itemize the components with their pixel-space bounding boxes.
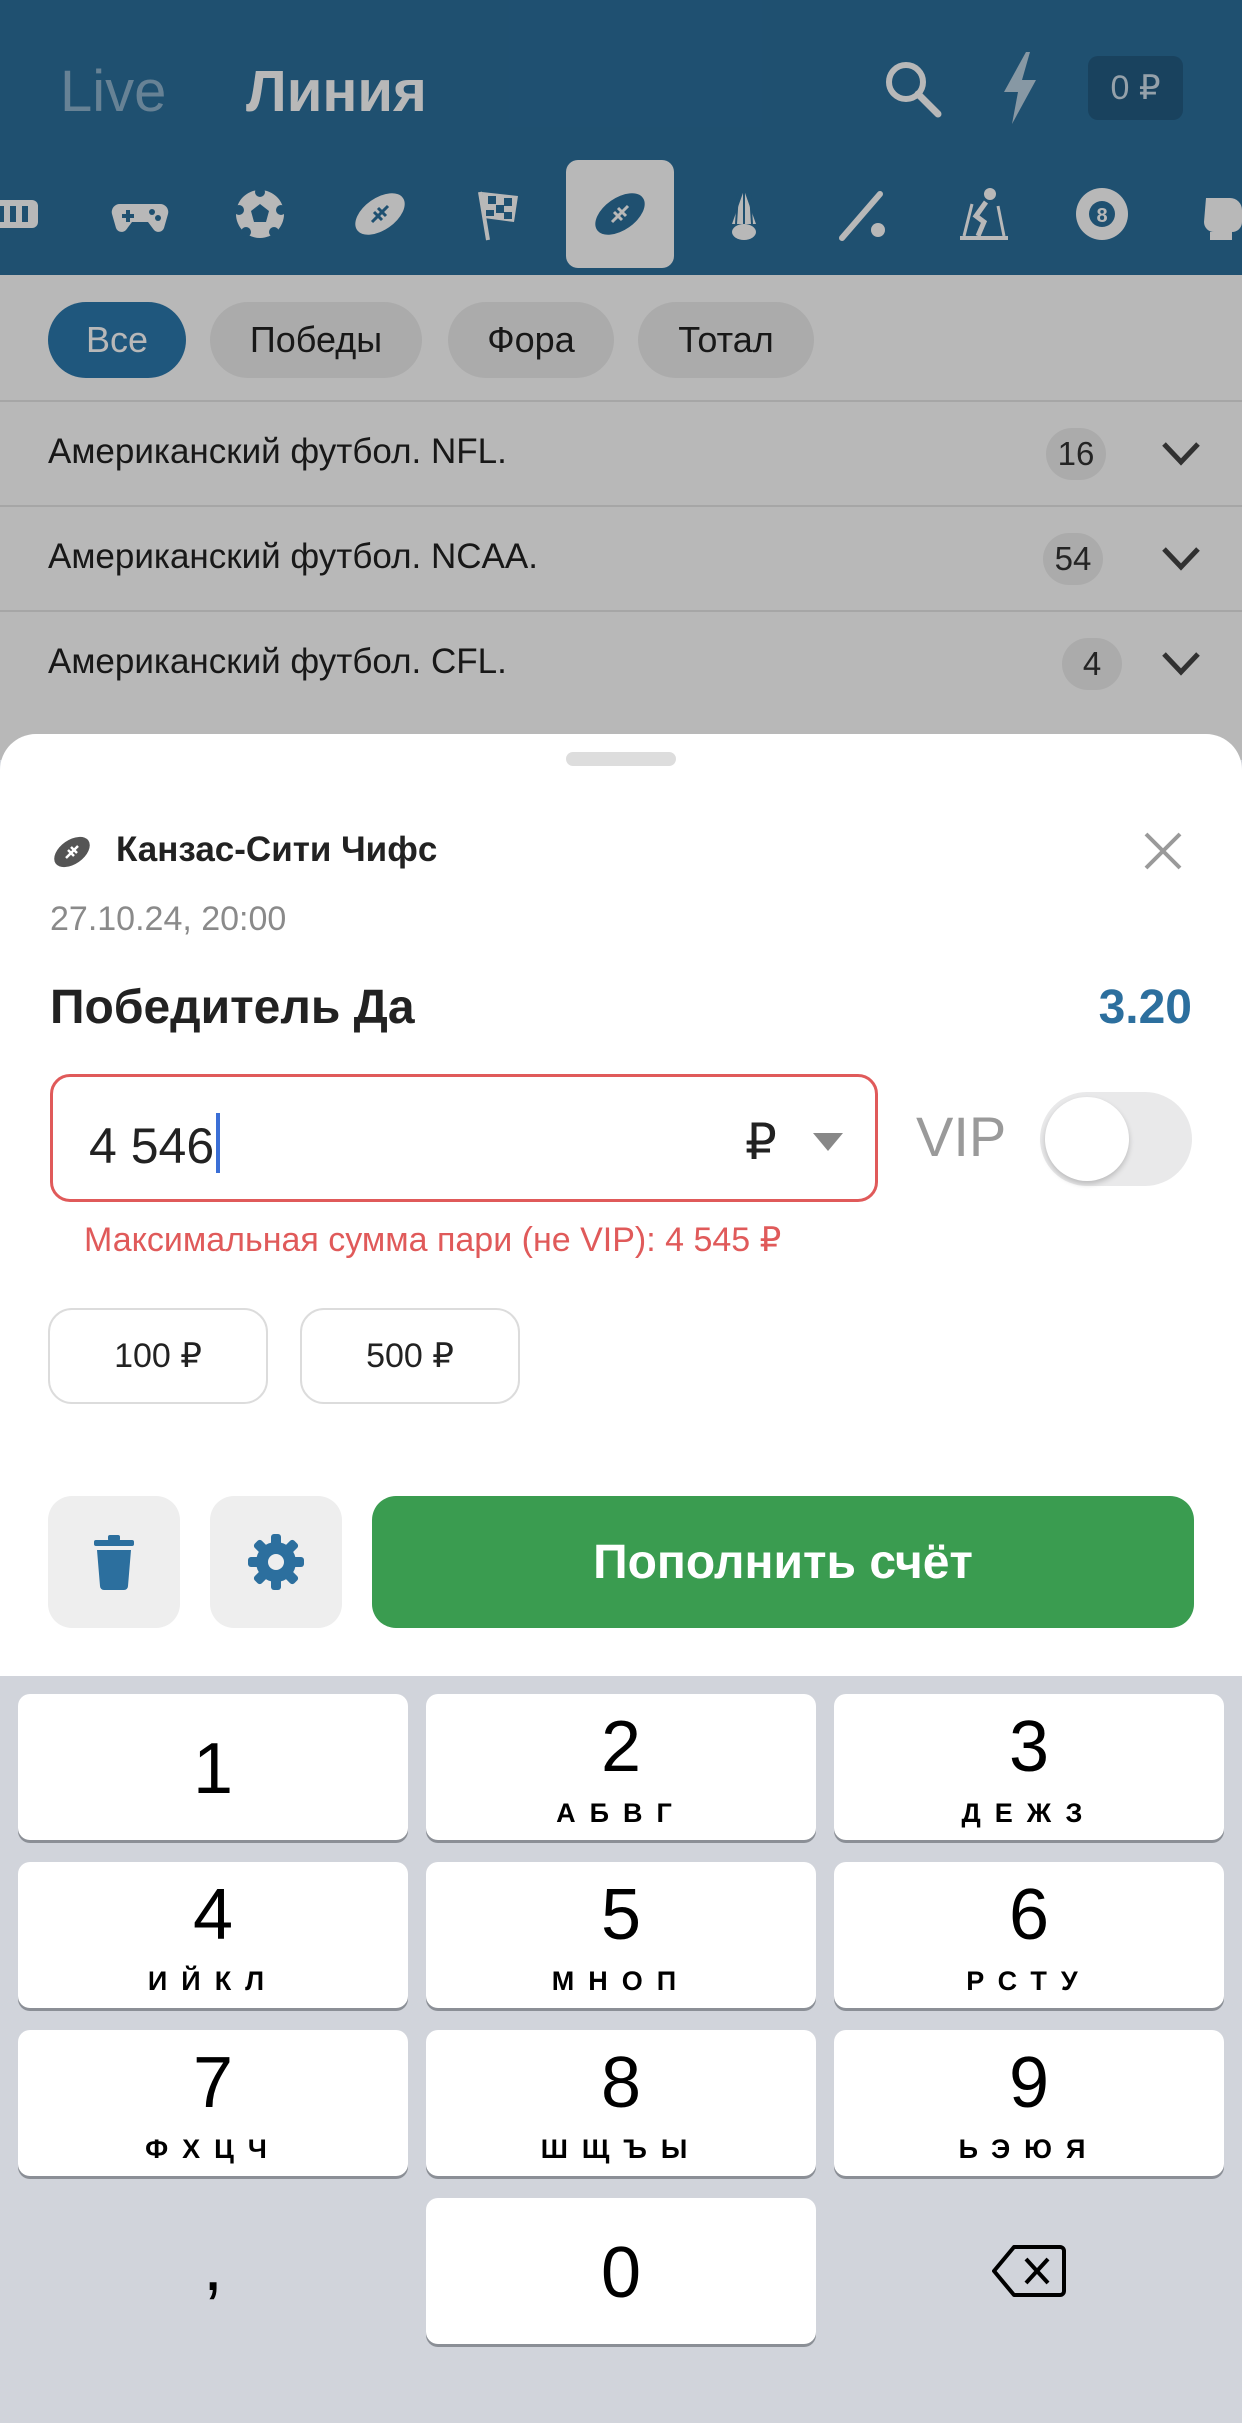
- key-letters: РСТУ: [966, 1966, 1092, 1996]
- currency-select[interactable]: ₽: [745, 1113, 777, 1171]
- key-letters: ЬЭЮЯ: [958, 2134, 1100, 2164]
- odds-value: 3.20: [1098, 981, 1192, 1034]
- key-letters: МНОП: [551, 1966, 691, 1996]
- key-1[interactable]: 1: [18, 1694, 408, 1840]
- key-6[interactable]: 6 РСТУ: [834, 1862, 1224, 2008]
- key-2[interactable]: 2 АБВГ: [426, 1694, 816, 1840]
- outcome-label: Победитель Да: [50, 981, 415, 1034]
- key-comma-label: ,: [202, 2226, 223, 2306]
- key-9[interactable]: 9 ЬЭЮЯ: [834, 2030, 1224, 2176]
- sheet-grabber[interactable]: [566, 752, 676, 766]
- close-icon[interactable]: [1140, 828, 1186, 874]
- backspace-icon: [992, 2245, 1066, 2297]
- key-digit: 8: [600, 2043, 642, 2123]
- bet-slip-sheet: Канзас-Сити Чифс 27.10.24, 20:00 Победит…: [0, 734, 1242, 1734]
- toggle-knob: [1045, 1097, 1129, 1181]
- event-title: Канзас-Сити Чифс: [116, 830, 438, 869]
- key-digit: 1: [192, 1729, 234, 1809]
- key-7[interactable]: 7 ФХЦЧ: [18, 2030, 408, 2176]
- key-digit: 6: [1008, 1875, 1050, 1955]
- stake-input-value[interactable]: 4 546: [89, 1113, 221, 1175]
- key-digit: 4: [192, 1875, 234, 1955]
- stake-input[interactable]: 4 546 ₽: [50, 1074, 878, 1202]
- key-3[interactable]: 3 ДЕЖЗ: [834, 1694, 1224, 1840]
- american-football-icon: [54, 836, 90, 868]
- numeric-keyboard: 1 2 АБВГ 3 ДЕЖЗ 4 ИЙКЛ 5 МНОП 6 РСТУ 7 Ф…: [0, 1676, 1242, 2423]
- key-digit: 0: [600, 2233, 642, 2313]
- quick-amount-button[interactable]: 100 ₽: [48, 1308, 268, 1404]
- key-digit: 3: [1008, 1707, 1050, 1787]
- key-8[interactable]: 8 ШЩЪЫ: [426, 2030, 816, 2176]
- trash-icon: [94, 1535, 134, 1590]
- delete-button[interactable]: [48, 1496, 180, 1628]
- quick-amount-button[interactable]: 500 ₽: [300, 1308, 520, 1404]
- key-digit: 2: [600, 1707, 642, 1787]
- key-letters: АБВГ: [556, 1798, 686, 1828]
- key-letters: ИЙКЛ: [147, 1966, 279, 1996]
- gear-icon: [248, 1534, 304, 1590]
- dropdown-arrow-icon[interactable]: [813, 1133, 843, 1151]
- key-4[interactable]: 4 ИЙКЛ: [18, 1862, 408, 2008]
- vip-label: VIP: [916, 1105, 1007, 1168]
- key-digit: 5: [600, 1875, 642, 1955]
- error-message: Максимальная сумма пари (не VIP): 4 545 …: [84, 1221, 782, 1259]
- key-0[interactable]: 0: [426, 2198, 816, 2344]
- deposit-button[interactable]: Пополнить счёт: [372, 1496, 1194, 1628]
- key-5[interactable]: 5 МНОП: [426, 1862, 816, 2008]
- text-caret: [216, 1113, 221, 1173]
- vip-toggle[interactable]: [1040, 1092, 1192, 1186]
- key-backspace[interactable]: [834, 2198, 1224, 2344]
- key-comma[interactable]: ,: [18, 2198, 408, 2344]
- key-letters: ШЩЪЫ: [540, 2134, 702, 2164]
- key-digit: 9: [1008, 2043, 1050, 2123]
- key-letters: ФХЦЧ: [145, 2134, 281, 2164]
- settings-button[interactable]: [210, 1496, 342, 1628]
- modal-overlay[interactable]: [0, 0, 1242, 760]
- event-date: 27.10.24, 20:00: [50, 900, 287, 938]
- key-letters: ДЕЖЗ: [961, 1798, 1097, 1828]
- key-digit: 7: [192, 2043, 234, 2123]
